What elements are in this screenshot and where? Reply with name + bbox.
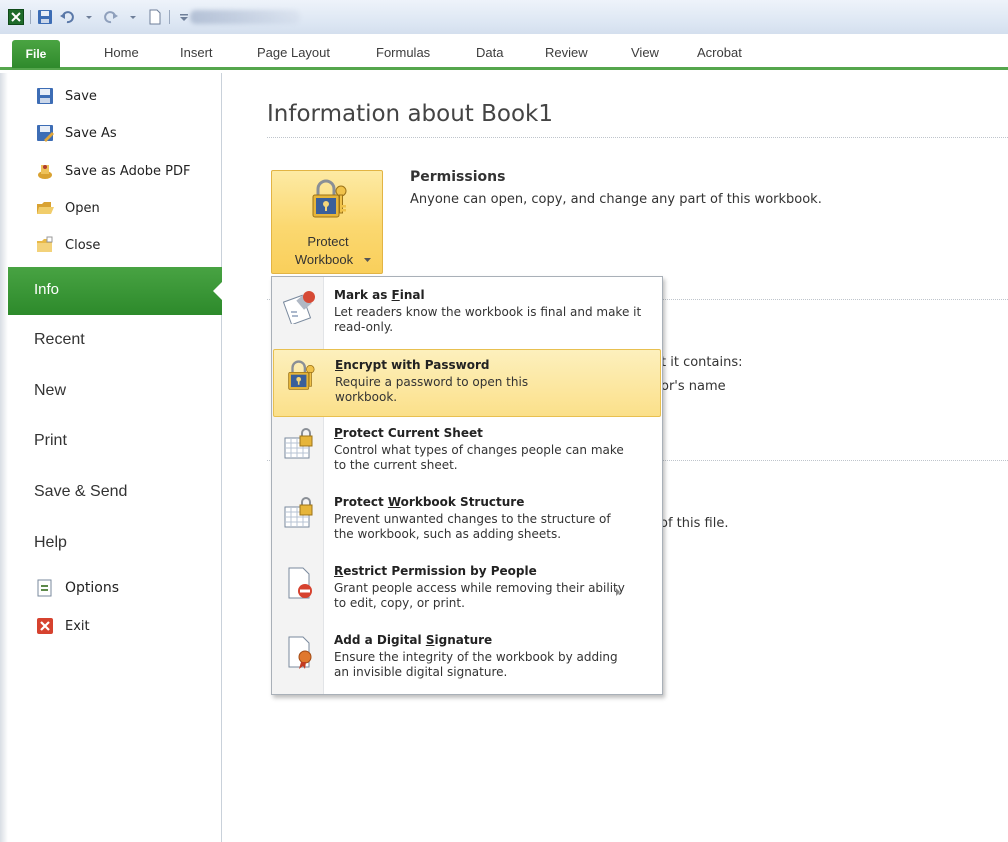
menu-item-mark-as-final[interactable]: Mark as Final Let readers know the workb…: [273, 280, 661, 348]
lock-key-icon: [312, 179, 347, 218]
nav-save-as[interactable]: Save As: [35, 124, 117, 142]
nav-save[interactable]: Save: [35, 87, 97, 105]
nav-options[interactable]: Options: [35, 579, 119, 597]
protect-button-label-1: Protect: [307, 234, 349, 249]
open-folder-icon: [37, 202, 54, 214]
nav-exit[interactable]: Exit: [35, 617, 90, 635]
undo-dropdown-icon[interactable]: [81, 9, 97, 25]
quick-access-toolbar: [8, 7, 192, 27]
permissions-title: Permissions: [410, 169, 506, 185]
menu-item-description: Require a password to open this workbook…: [335, 375, 529, 404]
page-title: Information about Book1: [267, 101, 553, 127]
tab-formulas[interactable]: Formulas: [376, 45, 430, 60]
nav-close-label: Close: [65, 237, 101, 253]
tab-home[interactable]: Home: [104, 45, 139, 60]
menu-item-title: Add a Digital Signature: [334, 633, 493, 647]
nav-info-label: Info: [34, 281, 60, 298]
nav-shadow: [0, 73, 8, 842]
mark-final-icon: [283, 291, 315, 324]
close-folder-icon: [37, 236, 53, 252]
nav-help[interactable]: Help: [34, 534, 67, 552]
save-icon[interactable]: [37, 9, 53, 25]
protect-workbook-menu: Mark as Final Let readers know the workb…: [271, 276, 663, 695]
lock-key-icon: [288, 360, 315, 390]
menu-item-title: Encrypt with Password: [335, 358, 490, 372]
menu-item-description: Let readers know the workbook is final a…: [334, 305, 642, 334]
menu-item-title: Protect Workbook Structure: [334, 495, 525, 509]
tab-page-layout[interactable]: Page Layout: [257, 45, 330, 60]
backstage-nav: Save Save As Save as Adobe PDF Open Clos…: [0, 73, 223, 842]
nav-info[interactable]: Info: [8, 267, 223, 315]
redo-dropdown-icon[interactable]: [125, 9, 141, 25]
signature-icon: [288, 636, 312, 669]
hidden-text-fragment: of this file.: [660, 516, 729, 531]
menu-item-add-digital-signature[interactable]: Add a Digital Signature Ensure the integ…: [273, 625, 661, 693]
menu-item-description: Grant people access while removing their…: [334, 581, 625, 610]
window-title-blurred: [190, 10, 300, 24]
new-icon[interactable]: [147, 9, 163, 25]
exit-icon: [37, 618, 53, 634]
menu-item-description: Prevent unwanted changes to the structur…: [334, 512, 611, 541]
menu-item-title: Protect Current Sheet: [334, 426, 483, 440]
nav-print[interactable]: Print: [34, 432, 67, 450]
nav-open[interactable]: Open: [35, 199, 100, 217]
restrict-icon: [288, 567, 312, 599]
undo-icon[interactable]: [59, 9, 75, 25]
nav-save-label: Save: [65, 88, 97, 104]
chevron-down-icon: [364, 258, 371, 262]
tab-file[interactable]: File: [12, 40, 60, 68]
submenu-arrow-icon: [616, 588, 620, 596]
save-icon: [37, 88, 53, 104]
sheet-lock-icon: [284, 497, 313, 528]
tab-data[interactable]: Data: [476, 45, 503, 60]
nav-open-label: Open: [65, 200, 100, 216]
menu-item-restrict-permission[interactable]: Restrict Permission by People Grant peop…: [273, 556, 661, 624]
pdf-icon: [38, 165, 52, 179]
nav-new[interactable]: New: [34, 382, 66, 400]
protect-workbook-button[interactable]: Protect Workbook: [271, 170, 383, 274]
permissions-description: Anyone can open, copy, and change any pa…: [410, 192, 822, 207]
menu-item-protect-workbook-structure[interactable]: Protect Workbook Structure Prevent unwan…: [273, 487, 661, 555]
menu-item-description: Ensure the integrity of the workbook by …: [334, 650, 618, 679]
section-divider: [267, 137, 1008, 138]
nav-close[interactable]: Close: [35, 236, 100, 254]
nav-save-as-pdf[interactable]: Save as Adobe PDF: [35, 162, 191, 180]
options-icon: [37, 579, 52, 597]
nav-exit-label: Exit: [65, 618, 90, 634]
nav-recent[interactable]: Recent: [34, 331, 85, 349]
tab-view[interactable]: View: [631, 45, 659, 60]
redo-icon[interactable]: [103, 9, 119, 25]
qat-separator: [169, 10, 170, 24]
tab-insert[interactable]: Insert: [180, 45, 213, 60]
nav-save-as-label: Save As: [65, 125, 117, 141]
title-bar: [0, 0, 1008, 34]
hidden-text-fragment: t it contains:: [661, 355, 743, 370]
nav-info-notch: [213, 281, 223, 301]
menu-item-description: Control what types of changes people can…: [334, 443, 624, 472]
save-as-icon: [37, 125, 54, 142]
qat-separator: [30, 10, 31, 24]
nav-save-and-send[interactable]: Save & Send: [34, 483, 127, 501]
menu-item-title: Restrict Permission by People: [334, 564, 537, 578]
excel-icon[interactable]: [8, 9, 24, 25]
menu-item-title: Mark as Final: [334, 288, 425, 302]
sheet-lock-icon: [284, 428, 313, 459]
nav-save-as-pdf-label: Save as Adobe PDF: [65, 163, 191, 179]
menu-item-protect-current-sheet[interactable]: Protect Current Sheet Control what types…: [273, 418, 661, 486]
ribbon-tab-bar: File Home Insert Page Layout Formulas Da…: [0, 34, 1008, 70]
tab-review[interactable]: Review: [545, 45, 588, 60]
tab-acrobat[interactable]: Acrobat: [697, 45, 742, 60]
hidden-text-fragment: or's name: [661, 379, 726, 394]
menu-item-encrypt-with-password[interactable]: Encrypt with Password Require a password…: [273, 349, 661, 417]
nav-options-label: Options: [65, 580, 120, 596]
